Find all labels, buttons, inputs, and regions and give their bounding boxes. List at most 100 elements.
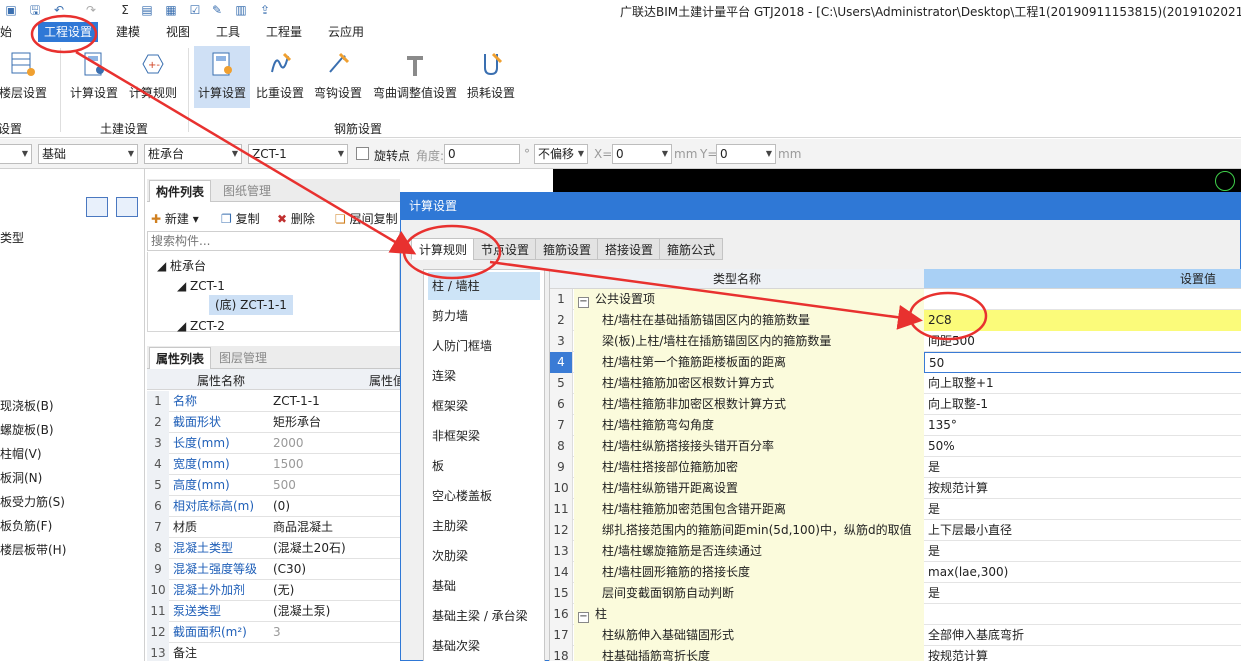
category-item[interactable]: 框架梁	[428, 392, 540, 420]
setting-row[interactable]: 15 层间变截面钢筋自动判断是	[550, 583, 1241, 604]
setting-value[interactable]: 2C8	[924, 310, 1241, 331]
tree-node-pile-cap[interactable]: ◢ 桩承台	[157, 257, 206, 274]
collapse-icon[interactable]: −	[578, 612, 589, 623]
setting-row[interactable]: 12 绑扎搭接范围内的箍筋间距min(5d,100)中，纵筋d的取值 上下层最小直径	[550, 520, 1241, 541]
redo-icon[interactable]: ↷	[84, 3, 98, 17]
setting-row[interactable]: 4 柱/墙柱第一个箍筋距楼板面的距离 50	[550, 352, 1241, 373]
tree-node-zct2[interactable]: ◢ ZCT-2	[177, 319, 225, 333]
setting-row[interactable]: 9 柱/墙柱搭接部位箍筋加密是	[550, 457, 1241, 478]
setting-row[interactable]: 6 柱/墙柱箍筋非加密区根数计算方式 向上取整-1	[550, 394, 1241, 415]
floor-copy-button[interactable]: ❏ 层间复制	[335, 210, 398, 227]
edit-icon[interactable]: ✎	[210, 3, 224, 17]
category-item[interactable]: 柱 / 墙柱	[428, 272, 540, 300]
property-row[interactable]: 12 截面面积(m²) 3	[147, 622, 400, 643]
property-value[interactable]: (混凝土泵)	[273, 601, 330, 622]
category-item[interactable]: 空心楼盖板	[428, 482, 540, 510]
nav-item[interactable]: 楼层板带(H)	[0, 541, 66, 558]
nav-item[interactable]: 板洞(N)	[0, 469, 42, 486]
property-value[interactable]: 1500	[273, 454, 304, 475]
delete-button[interactable]: ✖ 删除	[277, 210, 315, 227]
angle-input[interactable]: 0	[444, 144, 520, 164]
category-item[interactable]: 剪力墙	[428, 302, 540, 330]
grid-icon[interactable]: ▥	[234, 3, 248, 17]
property-row[interactable]: 6 相对底标高(m) (0)	[147, 496, 400, 517]
weight-settings-button[interactable]: 比重设置	[252, 46, 308, 108]
tab-lap-settings[interactable]: 搭接设置	[597, 238, 662, 260]
menu-quantities[interactable]: 工程量	[266, 22, 302, 42]
setting-value[interactable]: 135°	[924, 415, 1241, 436]
setting-value[interactable]: 全部伸入基底弯折	[924, 625, 1241, 646]
loss-settings-button[interactable]: 损耗设置	[464, 46, 518, 108]
property-row[interactable]: 4 宽度(mm) 1500	[147, 454, 400, 475]
civil-calc-settings-button[interactable]: 计算设置	[66, 46, 122, 108]
component-combo[interactable]: ZCT-1 ▼	[248, 144, 348, 164]
tab-property-list[interactable]: 属性列表	[149, 347, 212, 369]
setting-row[interactable]: 16− 柱	[550, 604, 1241, 625]
calc-icon[interactable]: ▦	[164, 3, 178, 17]
property-value[interactable]: 500	[273, 475, 296, 496]
nav-item[interactable]: 柱帽(V)	[0, 445, 42, 462]
setting-value[interactable]: 向上取整-1	[924, 394, 1241, 415]
setting-value[interactable]: 50	[924, 352, 1241, 373]
tab-component-list[interactable]: 构件列表	[149, 180, 212, 202]
tab-stirrup-settings[interactable]: 箍筋设置	[535, 238, 600, 260]
property-value[interactable]: 2000	[273, 433, 304, 454]
offset-combo[interactable]: 不偏移 ▼	[534, 144, 588, 164]
property-value[interactable]: 3	[273, 622, 281, 643]
nav-item[interactable]: 现浇板(B)	[0, 397, 54, 414]
property-value[interactable]: (无)	[273, 580, 294, 601]
check-icon[interactable]: ☑	[188, 3, 202, 17]
setting-value[interactable]: 按规范计算	[924, 478, 1241, 499]
type-combo[interactable]: 桩承台 ▼	[144, 144, 242, 164]
tab-stirrup-formula[interactable]: 箍筋公式	[659, 238, 724, 260]
collapse-icon[interactable]: −	[578, 297, 589, 308]
export-icon[interactable]: ⇪	[258, 3, 272, 17]
setting-row[interactable]: 18 柱基础插筋弯折长度 按规范计算	[550, 646, 1241, 661]
category-item[interactable]: 板	[428, 452, 540, 480]
tree-node-zct1[interactable]: ◢ ZCT-1	[177, 279, 225, 293]
setting-value[interactable]: 上下层最小直径	[924, 520, 1241, 541]
setting-value[interactable]: 50%	[924, 436, 1241, 457]
category-item[interactable]: 基础次梁	[428, 632, 540, 660]
save-icon[interactable]: 🖫	[28, 3, 42, 17]
report-icon[interactable]: ▤	[140, 3, 154, 17]
rebar-calc-settings-button[interactable]: 计算设置	[194, 46, 250, 108]
category-item[interactable]: 基础主梁 / 承台梁	[428, 602, 540, 630]
bend-adjust-settings-button[interactable]: 弯曲调整值设置	[368, 46, 462, 108]
setting-row[interactable]: 13 柱/墙柱螺旋箍筋是否连续通过是	[550, 541, 1241, 562]
property-value[interactable]: (C30)	[273, 559, 306, 580]
setting-row[interactable]: 2 柱/墙柱在基础插筋锚固区内的箍筋数量 2C8	[550, 310, 1241, 331]
property-row[interactable]: 8 混凝土类型 (混凝土20石)	[147, 538, 400, 559]
property-row[interactable]: 11 泵送类型 (混凝土泵)	[147, 601, 400, 622]
rotate-point-checkbox[interactable]	[356, 147, 369, 160]
category-item[interactable]: 基础	[428, 572, 540, 600]
nav-item[interactable]: 板负筋(F)	[0, 517, 52, 534]
sum-icon[interactable]: Σ	[118, 3, 132, 17]
property-value[interactable]: (混凝土20石)	[273, 538, 346, 559]
category-combo[interactable]: 基础 ▼	[38, 144, 138, 164]
property-row[interactable]: 2 截面形状 矩形承台	[147, 412, 400, 433]
menu-modeling[interactable]: 建模	[116, 22, 140, 42]
category-item[interactable]: 次肋梁	[428, 542, 540, 570]
property-row[interactable]: 9 混凝土强度等级 (C30)	[147, 559, 400, 580]
drawing-canvas[interactable]	[553, 169, 1241, 192]
property-row[interactable]: 5 高度(mm) 500	[147, 475, 400, 496]
setting-value[interactable]: 是	[924, 541, 1241, 562]
undo-icon[interactable]: ↶	[52, 3, 66, 17]
menu-start[interactable]: 开始	[0, 22, 12, 42]
category-item[interactable]: 人防门框墙	[428, 332, 540, 360]
setting-row[interactable]: 1− 公共设置项	[550, 289, 1241, 310]
list-view-icon[interactable]	[86, 197, 108, 217]
tab-drawing-manager[interactable]: 图纸管理	[217, 180, 277, 202]
setting-value[interactable]: max(lae,300)	[924, 562, 1241, 583]
setting-value[interactable]: 按规范计算	[924, 646, 1241, 661]
property-row[interactable]: 3 长度(mm) 2000	[147, 433, 400, 454]
tab-node-settings[interactable]: 节点设置	[473, 238, 538, 260]
menu-tools[interactable]: 工具	[216, 22, 240, 42]
property-value[interactable]: 商品混凝土	[273, 517, 333, 538]
setting-value[interactable]: 是	[924, 583, 1241, 604]
component-search-input[interactable]	[147, 231, 400, 251]
x-offset-input[interactable]: 0 ▼	[612, 144, 672, 164]
property-value[interactable]: (0)	[273, 496, 290, 517]
setting-row[interactable]: 7 柱/墙柱箍筋弯勾角度 135°	[550, 415, 1241, 436]
